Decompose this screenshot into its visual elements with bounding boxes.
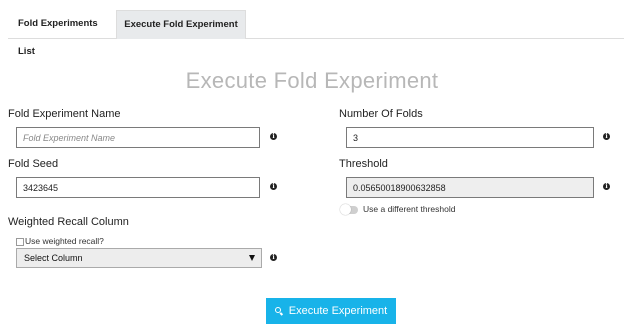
search-icon — [274, 307, 283, 316]
number-of-folds-label: Number Of Folds — [339, 108, 423, 120]
toggle-knob — [340, 204, 351, 215]
fold-seed-label: Fold Seed — [8, 158, 59, 170]
fold-seed-input[interactable] — [16, 177, 260, 198]
fold-experiment-name-input[interactable] — [16, 127, 260, 148]
weighted-recall-column-label: Weighted Recall Column — [8, 216, 129, 228]
tab-fold-experiments-list[interactable]: Fold Experiments List — [8, 10, 116, 57]
dropdown-arrow-icon — [249, 255, 255, 261]
different-threshold-toggle[interactable] — [340, 204, 358, 215]
use-weighted-recall-label: Use weighted recall? — [25, 236, 104, 246]
fold-experiment-name-label: Fold Experiment Name — [8, 108, 121, 120]
select-value: Select Column — [24, 253, 83, 263]
execute-experiment-button[interactable]: Execute Experiment — [266, 298, 396, 324]
number-of-folds-input[interactable] — [346, 127, 594, 148]
tab-bar: Fold Experiments List Execute Fold Exper… — [8, 10, 624, 57]
page-title: Execute Fold Experiment — [185, 68, 439, 93]
info-icon[interactable]: i — [603, 183, 610, 190]
use-weighted-recall-checkbox[interactable] — [16, 238, 24, 246]
weighted-recall-column-select[interactable]: Select Column — [16, 248, 262, 268]
info-icon[interactable]: i — [270, 183, 277, 190]
info-icon[interactable]: i — [270, 254, 277, 261]
threshold-input[interactable] — [346, 177, 594, 198]
tab-execute-fold-experiment[interactable]: Execute Fold Experiment — [116, 10, 246, 39]
threshold-label: Threshold — [339, 158, 388, 170]
info-icon[interactable]: i — [270, 133, 277, 140]
execute-experiment-label: Execute Experiment — [288, 305, 388, 317]
info-icon[interactable]: i — [603, 133, 610, 140]
different-threshold-label: Use a different threshold — [363, 204, 456, 214]
